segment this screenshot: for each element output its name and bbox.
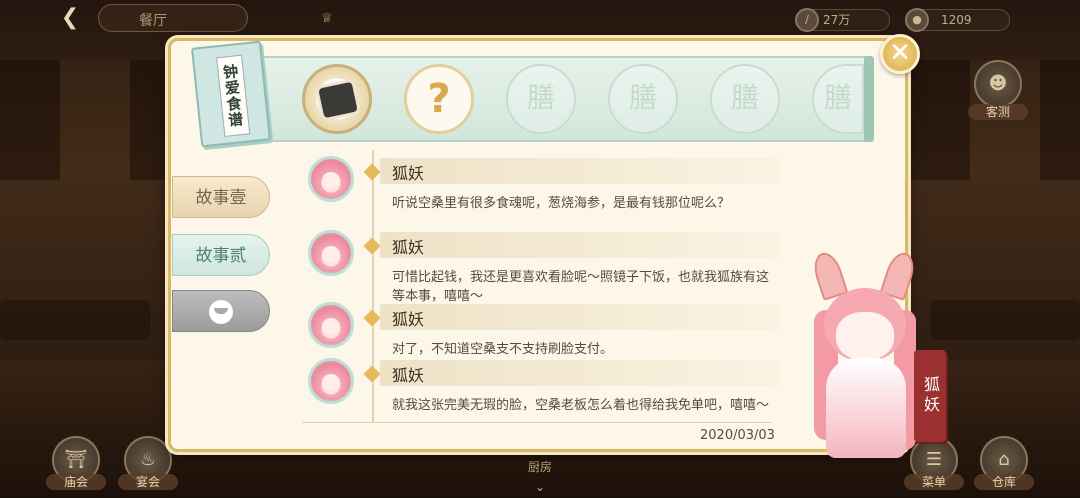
warehouse-icon: ⌂ (998, 449, 1010, 470)
coin-counter[interactable]: ∕ 27万 (795, 8, 890, 32)
recipe-slot-unknown[interactable]: ? (404, 64, 474, 134)
dialogue-entry: 狐妖 对了，不知道空桑支不支持刷脸支付。 (296, 300, 784, 360)
dialogue-entry: 狐妖 可惜比起钱，我还是更喜欢看脸呢～照镜子下饭，也就我狐族有这等本事，嘻嘻～ (296, 228, 784, 308)
fox-demon-avatar (308, 156, 354, 202)
tab-story-1[interactable]: 故事壹 (172, 176, 270, 218)
diamond-marker-icon (363, 163, 381, 181)
temple-fair-label: 庙会 (46, 474, 106, 490)
guest-test-label: 客测 (968, 104, 1028, 120)
divider (302, 422, 772, 423)
warehouse-label: 仓库 (974, 474, 1034, 490)
speaker-name: 狐妖 (392, 164, 425, 183)
people-icon: ☻ (988, 73, 1008, 94)
tab-story-locked[interactable] (172, 290, 270, 332)
location-title-pill: 餐厅 ♕ (98, 4, 333, 32)
dialogue-text: 就我这张完美无瑕的脸，空桑老板怎么着也得给我免单吧，嘻嘻～ (392, 398, 770, 413)
dialogue-entry: 狐妖 听说空桑里有很多食魂呢，葱烧海参，是最有钱那位呢么？ (296, 154, 784, 234)
sea-cucumber-dish-icon (318, 81, 358, 119)
story-date: 2020/03/03 (700, 428, 775, 443)
fox-demon-avatar (308, 302, 354, 348)
dialogue-entry: 狐妖 就我这张完美无瑕的脸，空桑老板怎么着也得给我免单吧，嘻嘻～ (296, 356, 784, 422)
fox-demon-avatar (308, 230, 354, 276)
back-arrow-icon[interactable]: ❮ (52, 6, 88, 30)
gem-icon: ● (905, 8, 929, 32)
character-name-tag: 狐妖 (914, 350, 946, 442)
recipe-book-title: 钟爱食谱 (216, 54, 251, 137)
bowl-icon (209, 300, 233, 324)
recipe-slot-locked[interactable]: 膳 (710, 64, 780, 134)
tab-story-2[interactable]: 故事贰 (172, 234, 270, 276)
crown-icon: ♕ (321, 11, 333, 26)
gem-counter[interactable]: ● 1209 (905, 8, 1010, 32)
speaker-name: 狐妖 (392, 238, 425, 257)
diamond-marker-icon (363, 309, 381, 327)
fox-demon-avatar (308, 358, 354, 404)
banquet-label: 宴会 (118, 474, 178, 490)
menu-label: 菜单 (904, 474, 964, 490)
coin-value: 27万 (823, 13, 851, 27)
speaker-name: 狐妖 (392, 366, 425, 385)
fox-demon-character (800, 249, 930, 460)
kitchen-label[interactable]: 厨房 (510, 458, 570, 475)
recipe-slot-locked[interactable]: 膳 (506, 64, 576, 134)
diamond-marker-icon (363, 237, 381, 255)
gem-value: 1209 (941, 13, 972, 27)
dialogue-list[interactable]: 狐妖 听说空桑里有很多食魂呢，葱烧海参，是最有钱那位呢么？ 狐妖 可惜比起钱，我… (296, 150, 784, 422)
close-icon[interactable]: ✕ (880, 34, 920, 74)
chevron-down-icon[interactable]: ⌄ (520, 480, 560, 498)
guest-test-button[interactable]: ☻ (974, 60, 1022, 108)
recipe-slot-locked[interactable]: 膳 (608, 64, 678, 134)
dialogue-text: 听说空桑里有很多食魂呢，葱烧海参，是最有钱那位呢么？ (392, 196, 731, 211)
location-title: 餐厅 (139, 13, 167, 29)
banquet-icon: ♨ (139, 449, 157, 470)
recipe-strip-end (864, 56, 874, 142)
coin-icon: ∕ (795, 8, 819, 32)
speaker-name: 狐妖 (392, 310, 425, 329)
recipe-slot-sea-cucumber[interactable] (302, 64, 372, 134)
top-bar: ❮ 餐厅 ♕ ∕ 27万 ● 1209 (0, 0, 1080, 36)
recipe-book-icon: 钟爱食谱 (190, 40, 272, 148)
diamond-marker-icon (363, 365, 381, 383)
question-mark-icon: ? (427, 76, 451, 122)
temple-icon: ⛩ (64, 449, 88, 470)
